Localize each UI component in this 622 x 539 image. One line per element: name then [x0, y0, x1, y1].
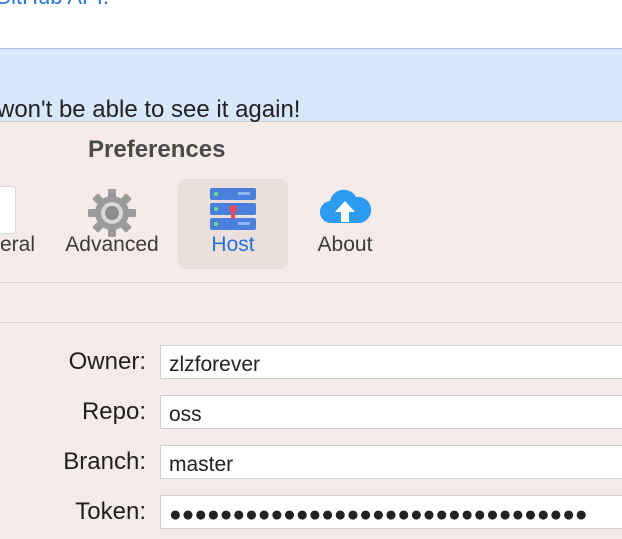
repo-row: Repo: oss — [0, 395, 622, 433]
token-label: Token: — [75, 498, 146, 525]
tab-about-label: About — [317, 233, 373, 256]
tab-host-label: Host — [211, 233, 255, 256]
github-api-link[interactable]: GitHub API. — [0, 0, 109, 10]
repo-field[interactable]: oss — [160, 395, 622, 429]
cloud-upload-icon — [318, 187, 372, 232]
token-field[interactable]: ●●●●●●●●●●●●●●●●●●●●●●●●●●●●●●●●● — [160, 495, 622, 529]
preferences-window: Preferences eral Advanced Host About Own… — [0, 121, 622, 539]
toolbar-divider — [0, 282, 622, 283]
content-divider — [0, 322, 622, 323]
page-background-top: GitHub API. — [0, 0, 622, 48]
tab-general-label: eral — [0, 233, 36, 256]
warning-text: won't be able to see it again! — [0, 96, 301, 123]
owner-label: Owner: — [68, 348, 146, 375]
tab-advanced[interactable]: Advanced — [56, 179, 168, 269]
tab-advanced-label: Advanced — [65, 233, 159, 256]
server-icon — [208, 187, 258, 238]
window-title: Preferences — [88, 136, 226, 163]
tab-about[interactable]: About — [292, 179, 398, 269]
tab-general[interactable]: eral — [0, 179, 44, 269]
branch-field[interactable]: master — [160, 445, 622, 479]
tab-host[interactable]: Host — [178, 179, 288, 269]
owner-field[interactable]: zlzforever — [160, 345, 622, 379]
branch-row: Branch: master — [0, 445, 622, 483]
owner-row: Owner: zlzforever — [0, 345, 622, 383]
repo-label: Repo: — [81, 398, 146, 425]
branch-label: Branch: — [63, 448, 146, 475]
token-row: Token: ●●●●●●●●●●●●●●●●●●●●●●●●●●●●●●●●● — [0, 495, 622, 533]
